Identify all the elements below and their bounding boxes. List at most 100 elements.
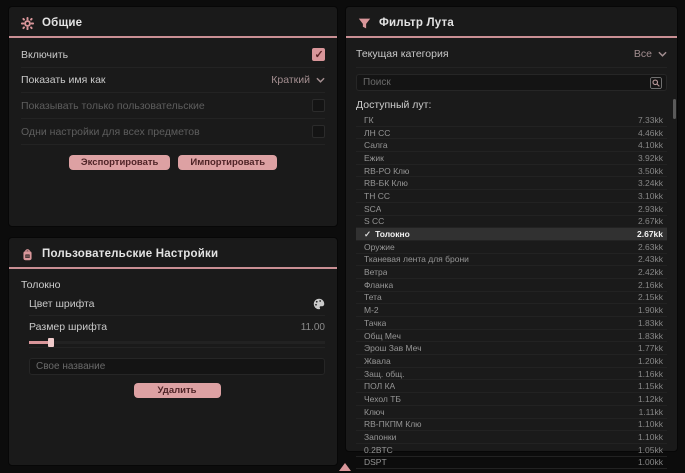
slider-handle[interactable] [48,338,54,347]
loot-list-item[interactable]: ✓Толокно2.67kk [356,228,667,241]
chevron-down-icon [658,51,667,57]
item-name: М-2 [364,305,379,315]
item-value: 1.16kk [638,369,663,379]
item-value: 7.33kk [638,115,663,125]
loot-list-item[interactable]: ГК 7.33kk [356,114,667,127]
item-value: 3.92kk [638,153,663,163]
loot-filter-overlay: Общие Включить Показать имя как Краткий … [0,0,685,473]
same-settings-checkbox[interactable] [312,125,325,138]
loot-list-item[interactable]: Тета2.15kk [356,292,667,305]
item-name: ТН СС [364,191,390,201]
import-button[interactable]: Импортировать [178,155,277,170]
name-mode-label: Показать имя как [21,74,106,86]
loot-list-item[interactable]: 0.2BTC1.05kk [356,444,667,457]
loot-list-item[interactable]: RB-БК Клю3.24kk [356,177,667,190]
loot-list-item[interactable]: Тачка1.83kk [356,317,667,330]
item-value: 3.50kk [638,166,663,176]
item-value: 3.24kk [638,178,663,188]
loot-list-item[interactable]: Жвала 1.20kk [356,355,667,368]
font-color-row: Цвет шрифта [29,293,325,316]
item-value: 4.46kk [638,128,663,138]
loot-list-item[interactable]: Ежик 3.92kk [356,152,667,165]
item-value: 1.77kk [638,343,663,353]
item-name: RB-РО Клю [364,166,409,176]
loot-list-item[interactable]: SCA2.93kk [356,203,667,216]
loot-list-item[interactable]: М-21.90kk [356,304,667,317]
item-name: ГК [364,115,374,125]
loot-list-item[interactable]: Тканевая лента для брони 2.43kk [356,254,667,267]
loot-list-item[interactable]: Защ. общ.1.16kk [356,368,667,381]
gear-icon [21,17,34,30]
loot-list-item[interactable]: Чехол ТБ1.12kk [356,393,667,406]
setting-row-name-mode: Показать имя как Краткий [21,68,325,93]
item-value: 2.43kk [638,254,663,264]
item-name: Ежик [364,153,384,163]
item-name: SCA [364,204,381,214]
item-name: Ветра [364,267,387,277]
collapse-handle-icon[interactable] [339,463,351,471]
custom-name-input[interactable] [29,358,325,375]
loot-filter-title: Фильтр Лута [379,17,454,29]
item-name: Запонки [364,432,396,442]
font-size-slider[interactable] [29,338,325,348]
enable-checkbox[interactable] [312,48,325,61]
item-value: 2.63kk [638,242,663,252]
filter-funnel-icon [358,17,371,30]
chevron-down-icon [316,77,325,83]
loot-filter-header: Фильтр Лута [346,11,677,35]
loot-list-item[interactable]: Эрош Зав Меч 1.77kk [356,342,667,355]
loot-list-item[interactable]: Общ Меч1.83kk [356,330,667,343]
category-label: Текущая категория [356,48,449,60]
item-value: 4.10kk [638,140,663,150]
loot-list-item[interactable]: DSPT1.00kk [356,457,667,470]
item-value: 1.83kk [638,318,663,328]
loot-list-item[interactable]: Фланка2.16kk [356,279,667,292]
item-name: Общ Меч [364,331,401,341]
setting-row-same-settings: Одни настройки для всех предметов [21,119,325,145]
loot-list-item[interactable]: Запонки 1.10kk [356,431,667,444]
custom-only-label: Показывать только пользовательские [21,100,205,112]
item-name: ЛН СС [364,128,390,138]
export-button[interactable]: Экспортировать [69,155,170,170]
loot-list: ГК 7.33kk ЛН СС 4.46kkСалга4.10kkЕжик 3.92kk… [356,114,667,469]
palette-icon[interactable] [313,298,325,310]
name-mode-select[interactable]: Краткий [271,74,325,86]
item-value: 2.15kk [638,292,663,302]
item-name: Ключ [364,407,385,417]
item-name: Фланка [364,280,393,290]
item-name: ✓Толокно [364,229,410,240]
loot-list-item[interactable]: Ключ1.11kk [356,406,667,419]
item-value: 1.20kk [638,356,663,366]
loot-list-item[interactable]: Ветра2.42kk [356,266,667,279]
loot-list-item[interactable]: ЛН СС 4.46kk [356,127,667,140]
loot-list-item[interactable]: Салга4.10kk [356,139,667,152]
loot-list-item[interactable]: RB-РО Клю 3.50kk [356,165,667,178]
loot-list-item[interactable]: RB-ПКПМ Клю1.10kk [356,419,667,432]
slider-track[interactable] [29,341,325,344]
item-value: 2.67kk [638,216,663,226]
scrollbar-thumb[interactable] [673,99,676,119]
item-value: 1.10kk [638,432,663,442]
name-mode-value: Краткий [271,74,310,86]
custom-only-checkbox[interactable] [312,99,325,112]
loot-list-item[interactable]: S СС2.67kk [356,216,667,229]
font-color-label: Цвет шрифта [29,298,95,310]
loot-list-item[interactable]: ТН СС 3.10kk [356,190,667,203]
item-name: DSPT [364,457,387,467]
user-settings-panel: Пользовательские Настройки Толокно Цвет … [8,237,338,466]
item-name: Оружие [364,242,395,252]
item-value: 1.10kk [638,419,663,429]
search-icon[interactable] [650,77,662,89]
loot-list-item[interactable]: Оружие 2.63kk [356,241,667,254]
item-name: Тканевая лента для брони [364,254,469,264]
search-input[interactable] [356,74,667,91]
item-name: Эрош Зав Меч [364,343,422,353]
delete-button[interactable]: Удалить [134,383,221,398]
loot-list-item[interactable]: ПОЛ КА1.15kk [356,380,667,393]
selected-item-label: Толокно [9,269,337,293]
setting-row-custom-only: Показывать только пользовательские [21,93,325,119]
category-select[interactable]: Все [634,48,667,60]
item-value: 3.10kk [638,191,663,201]
category-row: Текущая категория Все [356,40,667,68]
item-name: Жвала [364,356,391,366]
